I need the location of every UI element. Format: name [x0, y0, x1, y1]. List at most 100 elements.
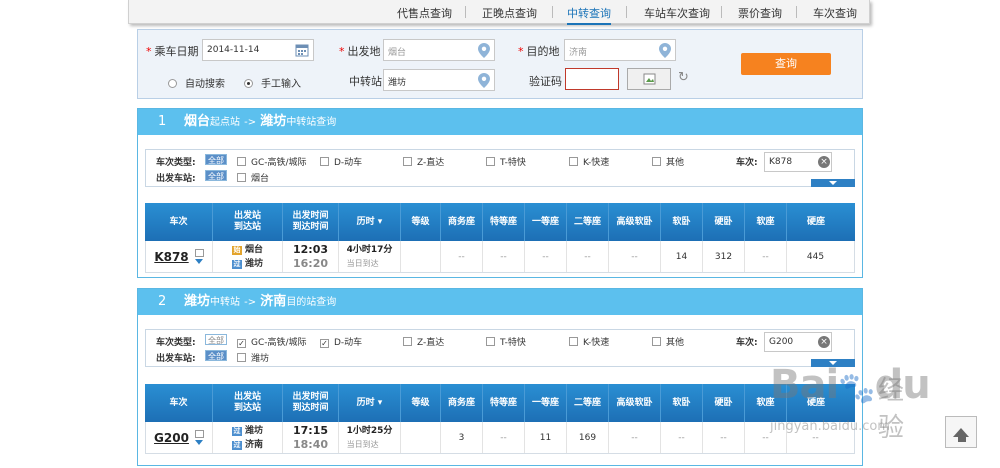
- premium-cell: --: [483, 422, 525, 453]
- checkbox-icon: [652, 157, 661, 166]
- header-soft-seat: 软座: [745, 203, 787, 241]
- header-soft-sleeper: 软卧: [661, 384, 703, 422]
- dep-station-checkbox[interactable]: 潍坊: [237, 351, 269, 364]
- table-header: 车次 出发站 到达站 出发时间 到达时间 历时 ▾ 等级 商务座 特等座 一等座 二…: [145, 203, 855, 241]
- type-t-checkbox[interactable]: T-特快: [486, 155, 526, 168]
- checkbox-icon: [237, 173, 246, 182]
- checkbox-icon: [403, 337, 412, 346]
- type-k-checkbox[interactable]: K-快速: [569, 335, 609, 348]
- baidu-jingyan-watermark: Bai🐾du 经验 jingyan.baidu.com: [770, 362, 931, 443]
- header-premium: 特等座: [483, 203, 525, 241]
- type-gc-checkbox[interactable]: GC-高铁/城际: [237, 155, 307, 168]
- arr-time: 18:40: [292, 437, 328, 451]
- nav-divider: [552, 6, 553, 18]
- second-cell: --: [567, 241, 609, 272]
- segment-panel-1: 1 烟台起点站 -> 潍坊中转站查询 车次类型: 全部 GC-高铁/城际 D-动车…: [137, 108, 863, 278]
- expand-filter-button[interactable]: [811, 179, 855, 187]
- header-hard-sleeper: 硬卧: [703, 203, 745, 241]
- header-premium: 特等座: [483, 384, 525, 422]
- nav-agency-query[interactable]: 代售点查询: [397, 5, 452, 21]
- train-no-label: 车次:: [736, 158, 758, 168]
- nav-delay-query[interactable]: 正晚点查询: [482, 5, 537, 21]
- date-field[interactable]: 2014-11-14: [202, 39, 314, 61]
- station-cell: 始烟台 过潍坊: [213, 241, 283, 272]
- to-label: * 目的地: [518, 45, 560, 58]
- to-field[interactable]: 济南: [564, 39, 676, 61]
- table-header: 车次 出发站 到达站 出发时间 到达时间 历时 ▾ 等级 商务座 特等座 一等座 二…: [145, 384, 855, 422]
- train-cell: K878: [146, 241, 213, 272]
- segment-number: 1: [158, 114, 167, 129]
- dropdown-arrow-icon[interactable]: [195, 259, 204, 264]
- transfer-label: 中转站: [349, 75, 382, 88]
- header-grade: 等级: [401, 384, 441, 422]
- segment-from[interactable]: 潍坊: [184, 294, 210, 309]
- captcha-field[interactable]: [565, 68, 619, 90]
- location-pin-icon[interactable]: [478, 43, 490, 61]
- train-number-link[interactable]: K878: [154, 250, 188, 264]
- timetable-icon[interactable]: [194, 249, 204, 257]
- radio-icon: [168, 79, 177, 88]
- type-t-checkbox[interactable]: T-特快: [486, 335, 526, 348]
- location-pin-icon[interactable]: [478, 73, 490, 91]
- checkbox-icon: [486, 157, 495, 166]
- dep-station-all[interactable]: 全部: [205, 170, 227, 181]
- business-cell: 3: [441, 422, 483, 453]
- header-station: 出发站 到达站: [213, 203, 283, 241]
- dep-station-all[interactable]: 全部: [205, 350, 227, 361]
- from-station: 烟台: [244, 244, 263, 255]
- dep-time: 17:15: [292, 423, 328, 437]
- checkbox-checked-icon: ✓: [320, 339, 329, 348]
- header-duration[interactable]: 历时 ▾: [339, 384, 401, 422]
- back-to-top-button[interactable]: [945, 416, 977, 448]
- type-gc-checkbox[interactable]: ✓ GC-高铁/城际: [237, 335, 307, 348]
- header-deluxe-sleeper: 高级软卧: [609, 384, 661, 422]
- train-number-link[interactable]: G200: [154, 431, 189, 445]
- dep-station-checkbox[interactable]: 烟台: [237, 171, 269, 184]
- soft-sleeper-cell: 14: [661, 241, 703, 272]
- nav-transfer-query[interactable]: 中转查询: [567, 5, 611, 25]
- segment-to[interactable]: 济南: [260, 294, 286, 309]
- manual-input-radio[interactable]: 手工输入: [244, 75, 301, 90]
- refresh-icon[interactable]: ↻: [678, 70, 689, 85]
- segment-to[interactable]: 潍坊: [260, 114, 286, 129]
- header-time[interactable]: 出发时间 到达时间: [283, 203, 339, 241]
- to-station: 潍坊: [244, 258, 263, 269]
- business-cell: --: [441, 241, 483, 272]
- auto-search-radio[interactable]: 自动搜索: [168, 75, 225, 90]
- time-cell: 17:15 18:40: [283, 422, 339, 453]
- type-k-checkbox[interactable]: K-快速: [569, 155, 609, 168]
- query-button[interactable]: 查询: [741, 53, 831, 75]
- checkbox-icon: [320, 157, 329, 166]
- location-pin-icon[interactable]: [659, 43, 671, 61]
- transfer-field[interactable]: 潍坊: [383, 69, 495, 91]
- train-filter: 车次类型: 全部 GC-高铁/城际 D-动车 Z-直达 T-特快 K-快速 其他…: [145, 149, 855, 187]
- start-station-icon: 始: [231, 245, 242, 255]
- nav-station-train-query[interactable]: 车站车次查询: [644, 5, 710, 21]
- header-duration[interactable]: 历时 ▾: [339, 203, 401, 241]
- type-z-checkbox[interactable]: Z-直达: [403, 155, 444, 168]
- first-cell: --: [525, 241, 567, 272]
- type-d-checkbox[interactable]: D-动车: [320, 155, 362, 168]
- train-type-all[interactable]: 全部: [205, 334, 227, 345]
- segment-from[interactable]: 烟台: [184, 114, 210, 129]
- checkbox-icon: [486, 337, 495, 346]
- type-z-checkbox[interactable]: Z-直达: [403, 335, 444, 348]
- type-d-checkbox[interactable]: ✓ D-动车: [320, 335, 362, 348]
- soft-seat-cell: --: [745, 241, 787, 272]
- clear-icon[interactable]: ×: [818, 156, 830, 168]
- clear-icon[interactable]: ×: [818, 336, 830, 348]
- dep-time: 12:03: [292, 242, 328, 256]
- type-other-checkbox[interactable]: 其他: [652, 335, 684, 348]
- from-field[interactable]: 烟台: [383, 39, 495, 61]
- header-time[interactable]: 出发时间 到达时间: [283, 384, 339, 422]
- train-type-all[interactable]: 全部: [205, 154, 227, 165]
- nav-train-query[interactable]: 车次查询: [813, 5, 857, 21]
- timetable-icon[interactable]: [194, 430, 204, 438]
- calendar-icon[interactable]: [295, 43, 309, 60]
- time-cell: 12:03 16:20: [283, 241, 339, 272]
- type-other-checkbox[interactable]: 其他: [652, 155, 684, 168]
- dropdown-arrow-icon[interactable]: [195, 440, 204, 445]
- captcha-image[interactable]: [627, 68, 671, 90]
- nav-fare-query[interactable]: 票价查询: [738, 5, 782, 21]
- header-train: 车次: [145, 384, 213, 422]
